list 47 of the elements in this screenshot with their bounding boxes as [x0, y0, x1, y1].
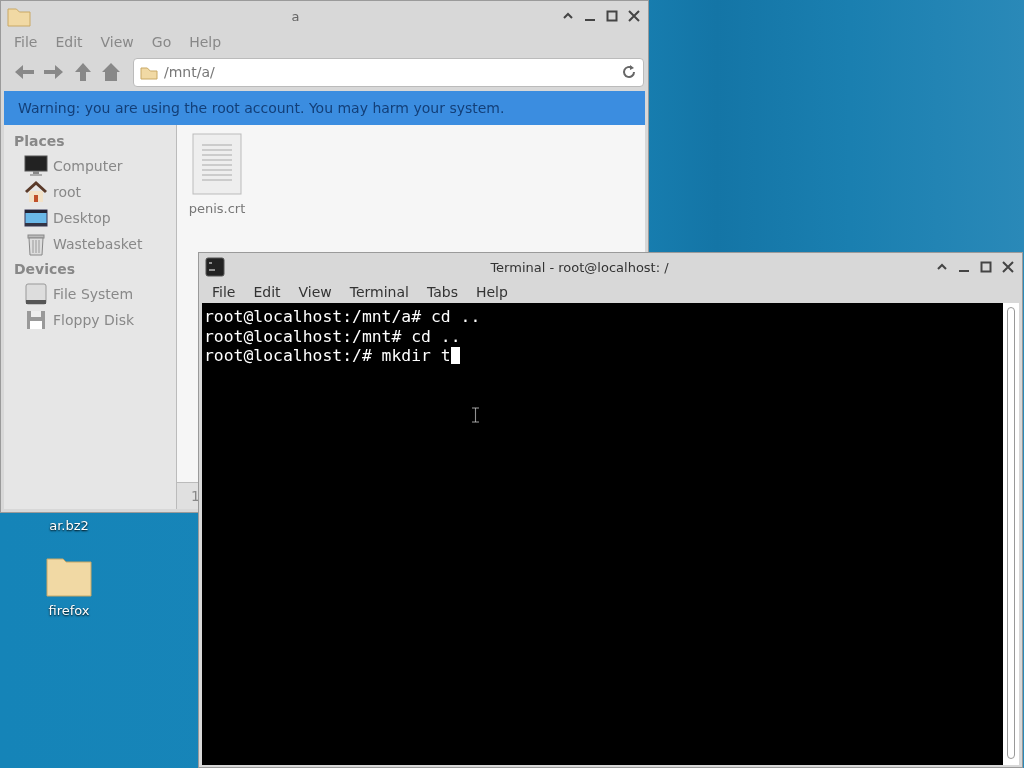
sidebar-item[interactable]: root [4, 179, 176, 205]
terminal-line: root@localhost:/mnt/a# cd .. [204, 307, 481, 327]
scrollbar[interactable] [1003, 303, 1019, 765]
desktop-icon [24, 206, 48, 230]
maximize-icon[interactable] [978, 259, 994, 275]
close-icon[interactable] [1000, 259, 1016, 275]
sidebar-item[interactable]: Computer [4, 153, 176, 179]
menu-item[interactable]: Go [142, 34, 181, 50]
menu-item[interactable]: Help [180, 34, 231, 50]
terminal-icon [205, 257, 225, 277]
hard-drive-icon [24, 282, 48, 306]
maximize-icon[interactable] [604, 8, 620, 24]
sidebar-item[interactable]: Desktop [4, 205, 176, 231]
house-icon [24, 180, 48, 204]
reload-icon[interactable] [621, 64, 637, 80]
menu-item[interactable]: File [5, 34, 47, 50]
close-icon[interactable] [626, 8, 642, 24]
file-name[interactable]: penis.crt [188, 201, 246, 216]
terminal-screen[interactable]: root@localhost:/mnt/a# cd .. root@localhost:/mnt# cd .. root@localhost:/# mkdir t [202, 303, 1003, 765]
window-title: a [290, 8, 301, 24]
menu-item[interactable]: Edit [244, 284, 290, 300]
wastebasket-icon [24, 232, 48, 256]
menu-item[interactable]: Terminal [340, 284, 418, 300]
sidebar-item[interactable]: File System [4, 281, 176, 307]
sidebar-item[interactable]: Wastebasket [4, 231, 176, 257]
ibeam-cursor-icon [471, 407, 480, 423]
document-icon [192, 133, 242, 195]
location-field[interactable]: /mnt/a/ [133, 57, 644, 87]
section-heading: Devices [13, 260, 77, 279]
icon-label[interactable]: firefox [48, 603, 90, 618]
folder-icon [7, 5, 31, 27]
window-title: Terminal - root@localhost: / [489, 259, 670, 275]
section-heading: Places [13, 132, 66, 151]
folder-icon [140, 64, 158, 80]
warning-banner: Warning: you are using the root account. You may harm your system. [4, 91, 645, 125]
computer-icon [24, 154, 48, 178]
terminal-line: root@localhost:/mnt# cd .. [204, 326, 461, 346]
sidebar-item[interactable]: Floppy Disk [4, 307, 176, 333]
terminal-line: root@localhost:/# mkdir t [204, 346, 451, 366]
menu-item[interactable]: Edit [46, 34, 92, 50]
menu-item[interactable]: File [203, 284, 245, 300]
folder-icon [46, 555, 92, 597]
menu-item[interactable]: View [91, 34, 143, 50]
icon-label[interactable]: ar.bz2 [49, 518, 89, 533]
menu-item[interactable]: View [289, 284, 341, 300]
menu-item[interactable]: Help [466, 284, 517, 300]
menu-item[interactable]: Tabs [417, 284, 467, 300]
